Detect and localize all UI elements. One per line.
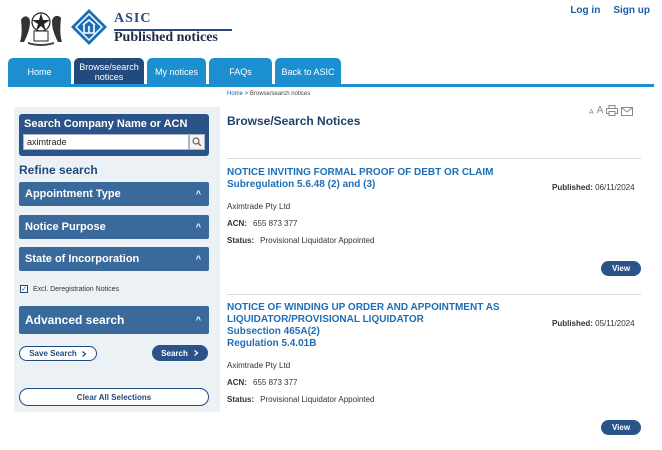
accordion-advanced-search[interactable]: Advanced search ^	[19, 306, 209, 334]
brand-name: ASIC	[114, 11, 152, 26]
clear-all-selections-button[interactable]: Clear All Selections	[19, 388, 209, 406]
page-tools: A A	[589, 105, 634, 116]
page-title: Browse/Search Notices	[227, 114, 361, 128]
acn-label: ACN:	[227, 219, 247, 228]
published-date: Published: 05/11/2024	[552, 319, 635, 328]
chevron-right-icon	[193, 350, 199, 356]
view-button[interactable]: View	[601, 261, 641, 276]
published-label: Published:	[552, 183, 593, 192]
chevron-up-icon: ^	[195, 315, 201, 325]
coat-of-arms-logo	[20, 12, 62, 46]
published-value: 06/11/2024	[595, 183, 635, 192]
chevron-up-icon: ^	[195, 189, 201, 199]
notice-title-link[interactable]: NOTICE OF WINDING UP ORDER AND APPOINTME…	[227, 302, 500, 350]
breadcrumb: Home > Browse/search notices	[227, 91, 310, 97]
status-field: Status: Provisional Liquidator Appointed	[227, 236, 374, 245]
result-divider	[227, 158, 641, 159]
excl-deregistration-label: Excl. Deregistration Notices	[33, 285, 119, 293]
email-icon[interactable]	[621, 107, 634, 116]
company-name: Aximtrade Pty Ltd	[227, 361, 291, 370]
accordion-appointment-type[interactable]: Appointment Type ^	[19, 182, 209, 206]
notice-title-line: Regulation 5.4.01B	[227, 338, 317, 349]
search-button[interactable]: Search	[152, 345, 208, 361]
checkbox-checked-icon[interactable]: ✓	[20, 285, 28, 293]
acn-value: 655 873 377	[253, 219, 298, 228]
breadcrumb-current: Browse/search notices	[249, 91, 311, 97]
signup-link[interactable]: Sign up	[613, 5, 650, 16]
notice-title-line: LIQUIDATOR/PROVISIONAL LIQUIDATOR	[227, 314, 424, 325]
accordion-label: Advanced search	[25, 313, 125, 327]
chevron-up-icon: ^	[195, 222, 201, 232]
company-search-panel: Search Company Name or ACN	[19, 114, 209, 156]
notice-title-link[interactable]: NOTICE INVITING FORMAL PROOF OF DEBT OR …	[227, 167, 493, 191]
nav-underline	[8, 84, 654, 87]
search-button-label: Search	[161, 348, 188, 358]
notice-title-line: Subsection 465A(2)	[227, 326, 320, 337]
published-label: Published:	[552, 319, 593, 328]
decrease-text-size[interactable]: A	[589, 109, 594, 116]
chevron-right-icon	[81, 350, 87, 357]
save-search-label: Save Search	[29, 349, 77, 358]
accordion-state-of-incorporation[interactable]: State of Incorporation ^	[19, 247, 209, 271]
print-icon[interactable]	[606, 105, 619, 116]
status-label: Status:	[227, 236, 255, 245]
accordion-label: Appointment Type	[25, 188, 121, 200]
acn-field: ACN: 655 873 377	[227, 219, 298, 228]
published-date: Published: 06/11/2024	[552, 183, 635, 192]
asic-diamond-logo	[71, 9, 107, 45]
login-link[interactable]: Log in	[570, 5, 600, 16]
nav-tab-home[interactable]: Home	[8, 58, 71, 85]
notice-title-line: Subregulation 5.6.48 (2) and (3)	[227, 179, 376, 190]
breadcrumb-home[interactable]: Home	[227, 91, 243, 97]
published-value: 05/11/2024	[595, 319, 635, 328]
main-nav: Home Browse/search notices My notices FA…	[8, 58, 341, 85]
increase-text-size[interactable]: A	[597, 105, 604, 116]
nav-tab-browse-search[interactable]: Browse/search notices	[74, 58, 144, 85]
nav-tab-back-to-asic[interactable]: Back to ASIC	[275, 58, 341, 85]
excl-deregistration-option[interactable]: ✓ Excl. Deregistration Notices	[20, 285, 119, 293]
status-value: Provisional Liquidator Appointed	[260, 236, 375, 245]
search-icon[interactable]	[189, 134, 205, 150]
accordion-label: State of Incorporation	[25, 253, 140, 265]
nav-tab-faqs[interactable]: FAQs	[209, 58, 272, 85]
acn-value: 655 873 377	[253, 378, 298, 387]
acn-field: ACN: 655 873 377	[227, 378, 298, 387]
status-field: Status: Provisional Liquidator Appointed	[227, 395, 374, 404]
company-name: Aximtrade Pty Ltd	[227, 202, 291, 211]
accordion-label: Notice Purpose	[25, 221, 106, 233]
search-title: Search Company Name or ACN	[24, 118, 188, 130]
nav-tab-my-notices[interactable]: My notices	[147, 58, 206, 85]
status-value: Provisional Liquidator Appointed	[260, 395, 375, 404]
view-button[interactable]: View	[601, 420, 641, 435]
account-links: Log in Sign up	[570, 5, 650, 16]
header: ASIC Published notices Log in Sign up	[0, 0, 662, 58]
result-divider	[227, 294, 641, 295]
save-search-button[interactable]: Save Search	[19, 346, 97, 361]
brand-subtitle: Published notices	[114, 30, 218, 45]
status-label: Status:	[227, 395, 255, 404]
chevron-up-icon: ^	[195, 254, 201, 264]
breadcrumb-separator: >	[243, 91, 250, 97]
acn-label: ACN:	[227, 378, 247, 387]
notice-title-line: NOTICE OF WINDING UP ORDER AND APPOINTME…	[227, 302, 500, 313]
refine-search-heading: Refine search	[19, 163, 98, 177]
notice-title-line: NOTICE INVITING FORMAL PROOF OF DEBT OR …	[227, 167, 494, 178]
accordion-notice-purpose[interactable]: Notice Purpose ^	[19, 215, 209, 239]
company-search-input[interactable]	[23, 134, 189, 150]
